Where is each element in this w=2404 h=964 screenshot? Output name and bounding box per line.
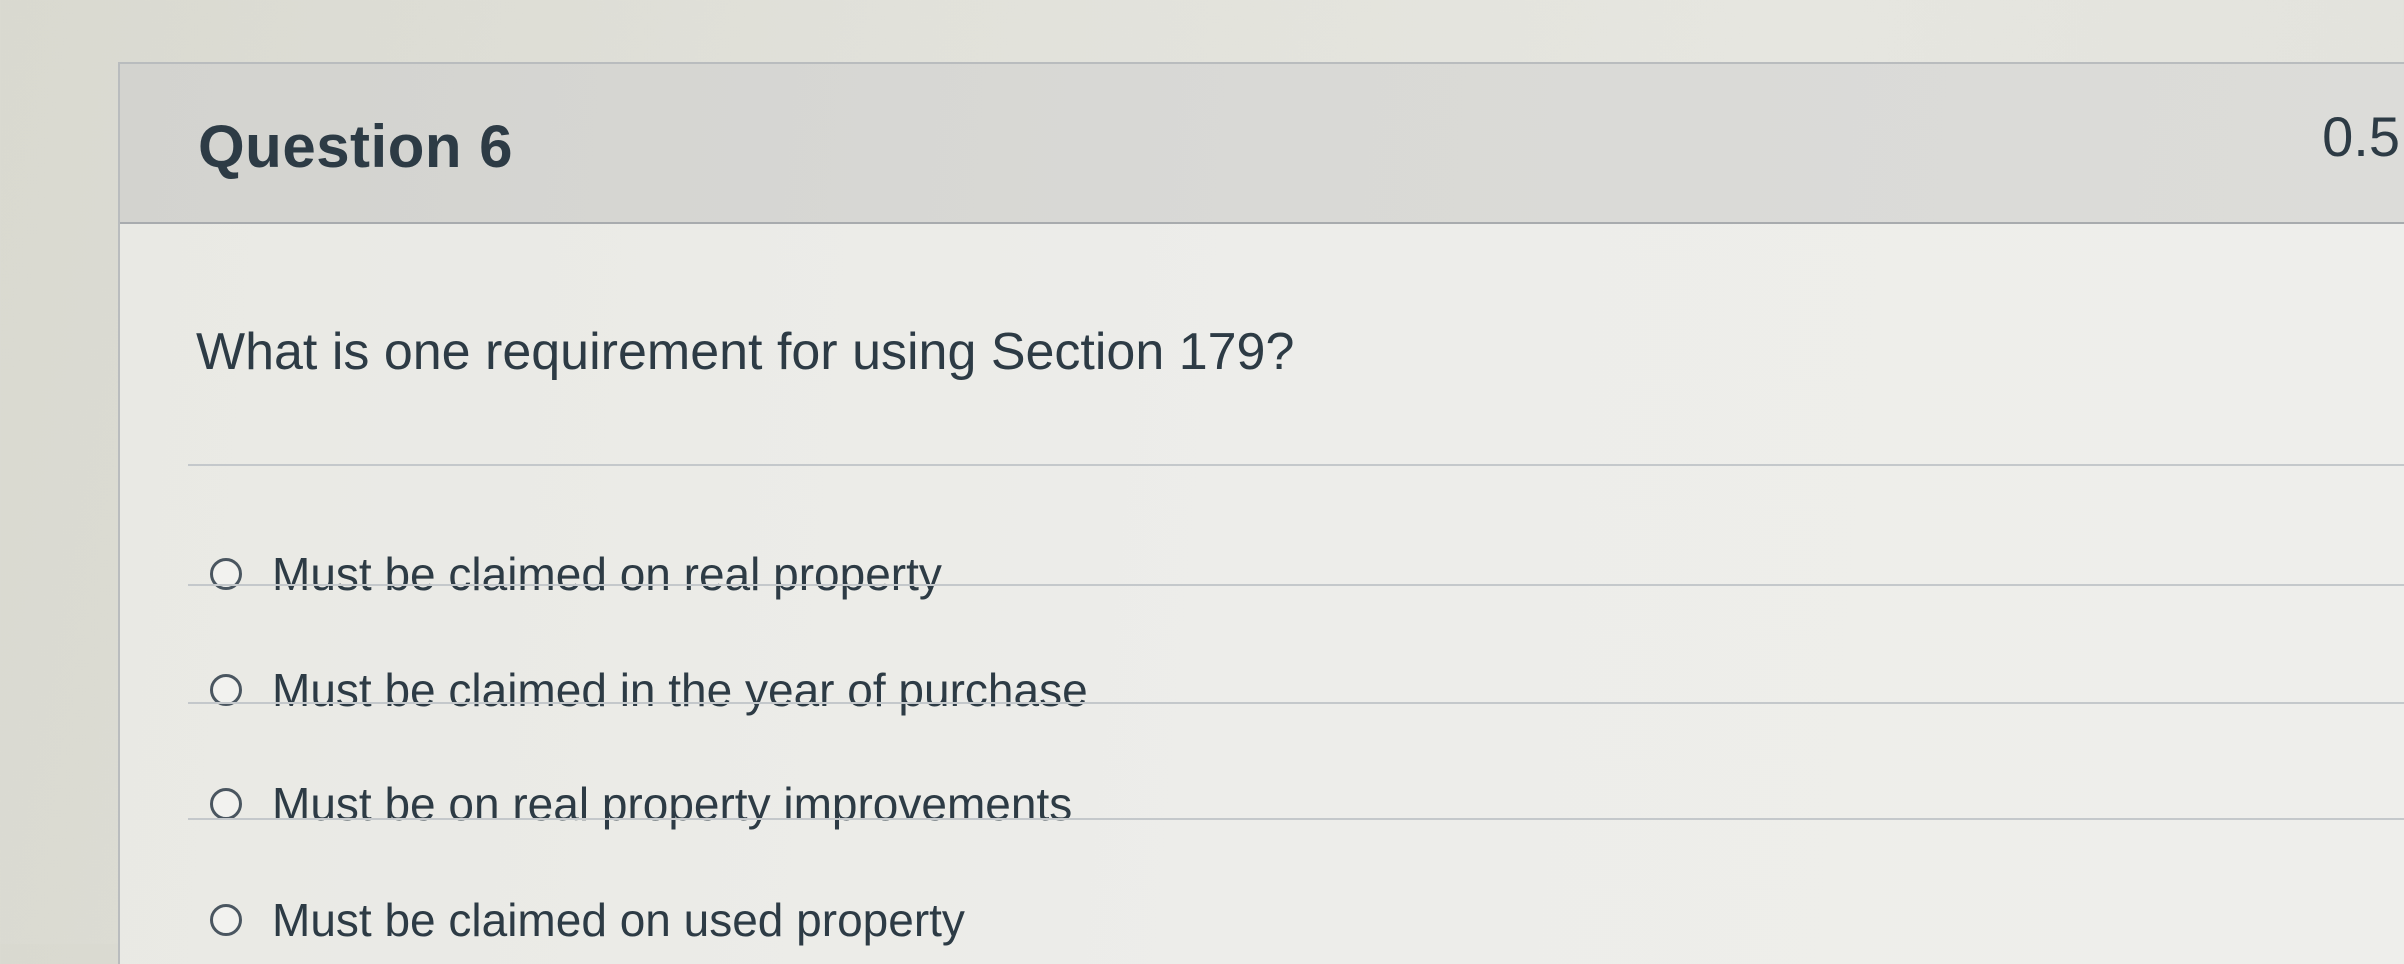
- question-header: Question 6 0.5: [120, 64, 2404, 224]
- answer-label: Must be claimed in the year of purchase: [272, 664, 1088, 716]
- answer-option-1[interactable]: Must be claimed on real property: [210, 544, 942, 604]
- answer-divider: [188, 818, 2404, 820]
- answer-divider: [188, 702, 2404, 704]
- question-title: Question 6: [198, 113, 514, 180]
- answer-label: Must be claimed on real property: [272, 548, 942, 600]
- radio-button-icon[interactable]: [210, 904, 242, 936]
- question-points: 0.5: [2322, 105, 2400, 168]
- radio-button-icon[interactable]: [210, 788, 242, 820]
- answer-option-3[interactable]: Must be on real property improvements: [210, 774, 1072, 834]
- answer-option-4[interactable]: Must be claimed on used property: [210, 890, 965, 950]
- answer-option-2[interactable]: Must be claimed in the year of purchase: [210, 660, 1088, 720]
- answers-top-divider: [188, 464, 2404, 466]
- question-card: Question 6 0.5 What is one requirement f…: [118, 62, 2404, 964]
- answer-divider: [188, 584, 2404, 586]
- answer-label: Must be on real property improvements: [272, 778, 1073, 830]
- answer-label: Must be claimed on used property: [272, 894, 965, 946]
- question-text: What is one requirement for using Sectio…: [196, 323, 1295, 381]
